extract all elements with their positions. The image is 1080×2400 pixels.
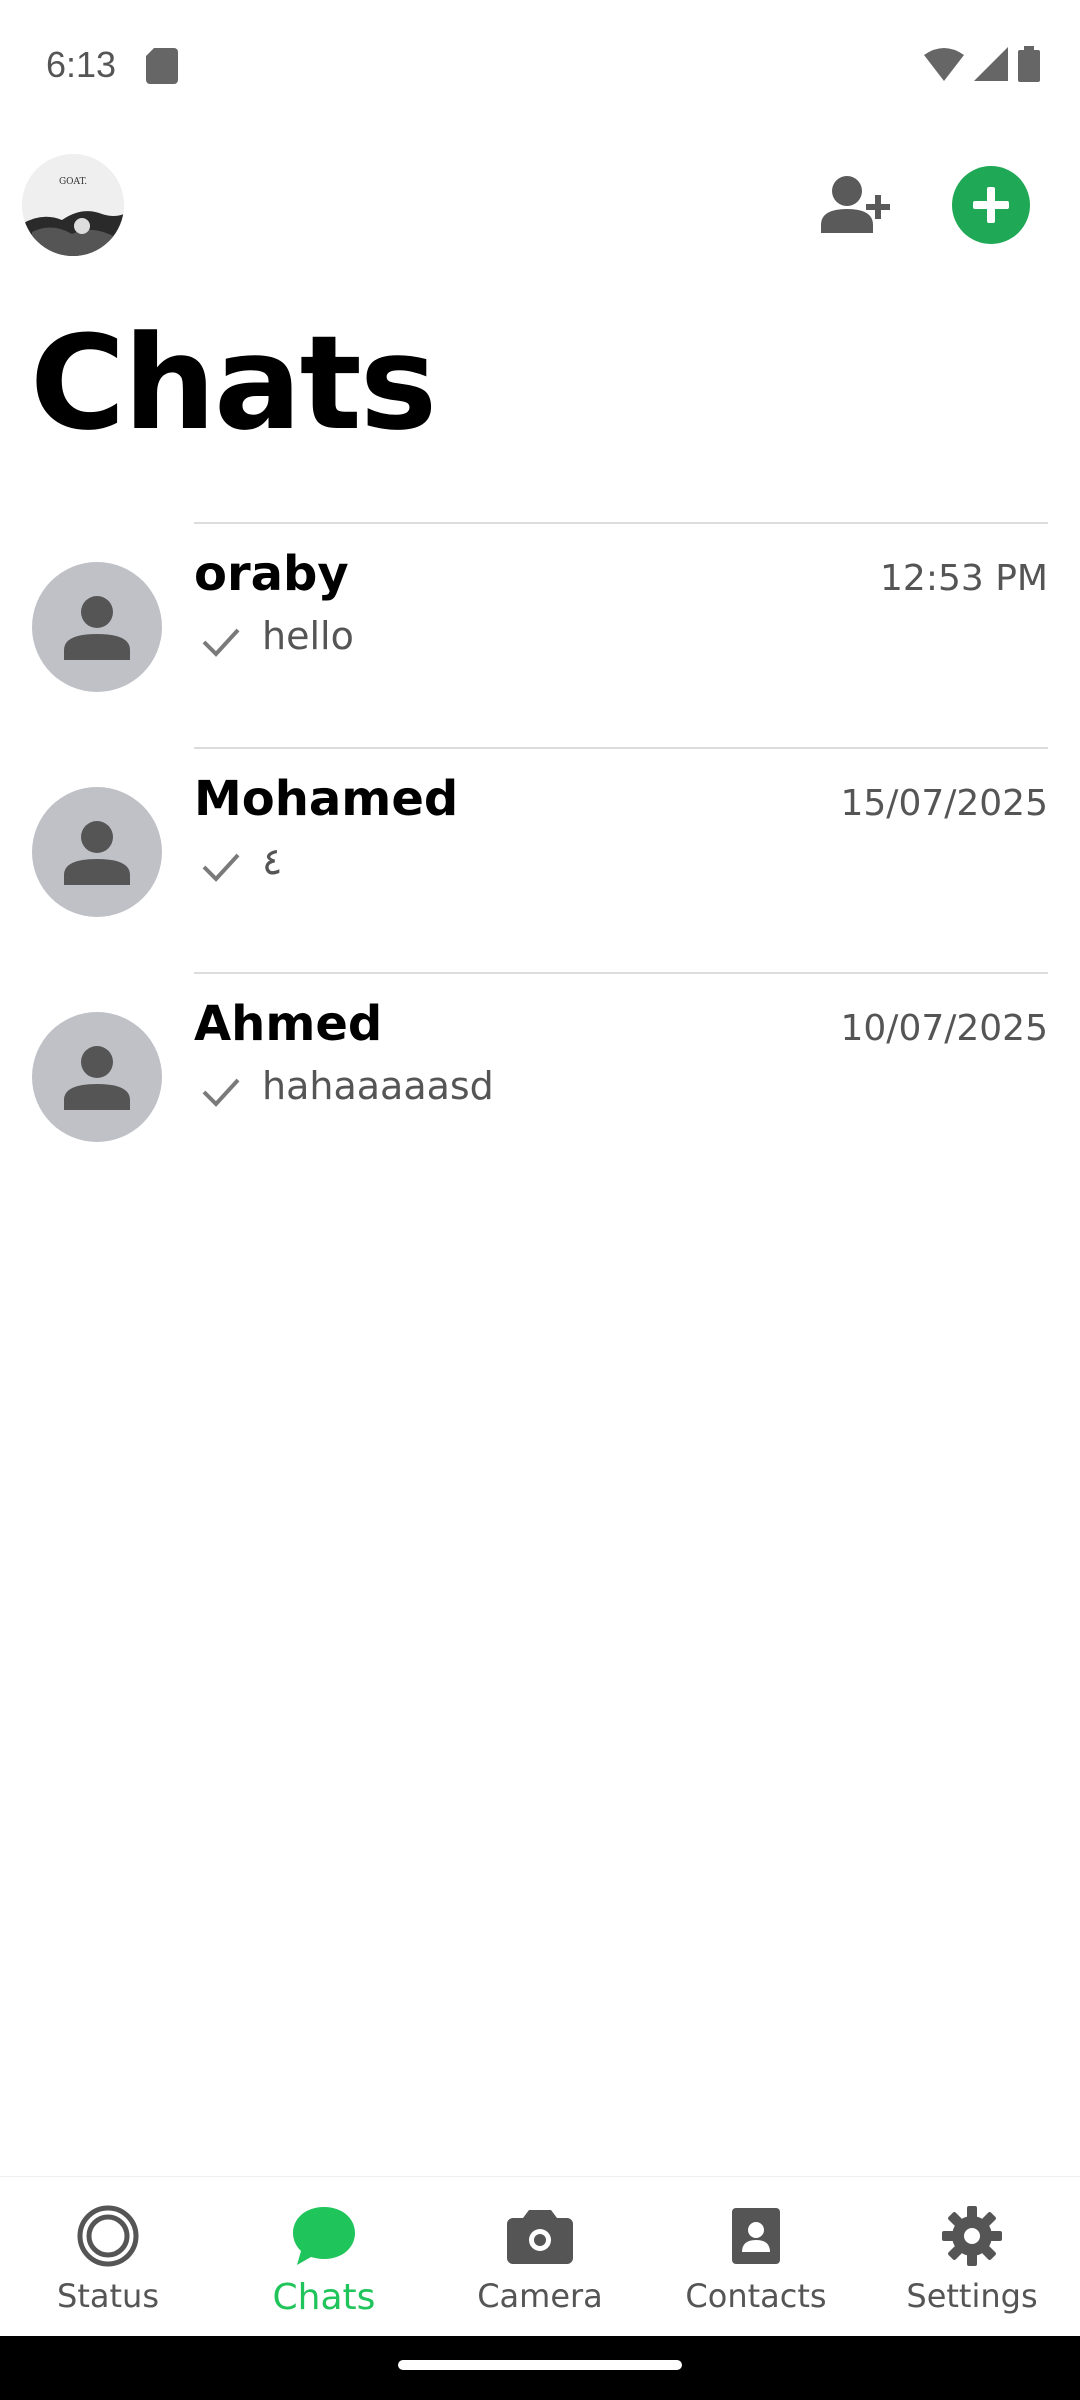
nav-status[interactable]: Status xyxy=(0,2177,216,2336)
chat-row[interactable]: oraby 12:53 PM hello xyxy=(0,522,1080,747)
nav-label: Status xyxy=(57,2277,159,2315)
status-time: 6:13 xyxy=(46,44,117,85)
person-icon xyxy=(64,1046,130,1110)
chat-name: oraby xyxy=(194,546,349,602)
gear-icon xyxy=(942,2206,1002,2266)
divider xyxy=(194,972,1048,974)
chat-preview: hahaaaaasd xyxy=(262,1064,494,1108)
bottom-navigation: Status Chats Camera Contacts Settings xyxy=(0,2176,1080,2336)
chat-name: Mohamed xyxy=(194,771,459,827)
add-contact-button[interactable] xyxy=(816,168,900,240)
wifi-icon xyxy=(924,48,964,81)
profile-image-icon: GOAT. xyxy=(22,154,124,256)
nav-label: Camera xyxy=(477,2277,603,2315)
chat-time: 15/07/2025 xyxy=(840,783,1049,824)
contact-avatar[interactable] xyxy=(32,562,162,692)
nav-chats[interactable]: Chats xyxy=(216,2177,432,2336)
nav-settings[interactable]: Settings xyxy=(864,2177,1080,2336)
person-icon xyxy=(64,596,130,660)
status-icon xyxy=(77,2205,139,2267)
battery-icon xyxy=(1018,46,1040,82)
chat-name: Ahmed xyxy=(194,996,383,1052)
chat-list: oraby 12:53 PM hello Mohamed 15/07/2025 … xyxy=(0,522,1080,1197)
new-chat-button[interactable] xyxy=(952,166,1030,244)
profile-avatar[interactable]: GOAT. xyxy=(22,154,124,256)
nav-camera[interactable]: Camera xyxy=(432,2177,648,2336)
chat-time: 12:53 PM xyxy=(880,558,1048,599)
contact-avatar[interactable] xyxy=(32,1012,162,1142)
divider xyxy=(194,747,1048,749)
add-person-icon xyxy=(821,176,890,233)
nav-label: Chats xyxy=(272,2277,376,2318)
person-icon xyxy=(64,821,130,885)
nav-contacts[interactable]: Contacts xyxy=(648,2177,864,2336)
chat-bubble-icon xyxy=(293,2207,355,2265)
status-bar: 6:13 xyxy=(0,0,1080,130)
sd-card-icon xyxy=(146,48,178,84)
chat-row[interactable]: Mohamed 15/07/2025 ٤ xyxy=(0,747,1080,972)
gesture-bar xyxy=(0,2336,1080,2400)
contact-avatar[interactable] xyxy=(32,787,162,917)
chat-time: 10/07/2025 xyxy=(840,1008,1049,1049)
check-icon xyxy=(202,1078,240,1107)
nav-label: Settings xyxy=(906,2277,1038,2315)
home-indicator[interactable] xyxy=(398,2360,682,2370)
chat-preview: ٤ xyxy=(262,839,283,883)
signal-icon xyxy=(974,47,1008,81)
check-icon xyxy=(202,628,240,657)
status-icons xyxy=(924,46,1040,82)
contacts-icon xyxy=(732,2208,780,2264)
divider xyxy=(194,522,1048,524)
chat-preview: hello xyxy=(262,614,354,658)
check-icon xyxy=(202,853,240,882)
camera-icon xyxy=(507,2210,573,2264)
chat-row[interactable]: Ahmed 10/07/2025 hahaaaaasd xyxy=(0,972,1080,1197)
avatar-text: GOAT. xyxy=(59,177,87,187)
nav-label: Contacts xyxy=(685,2277,827,2315)
plus-icon xyxy=(973,187,1009,223)
page-title: Chats xyxy=(30,307,437,459)
